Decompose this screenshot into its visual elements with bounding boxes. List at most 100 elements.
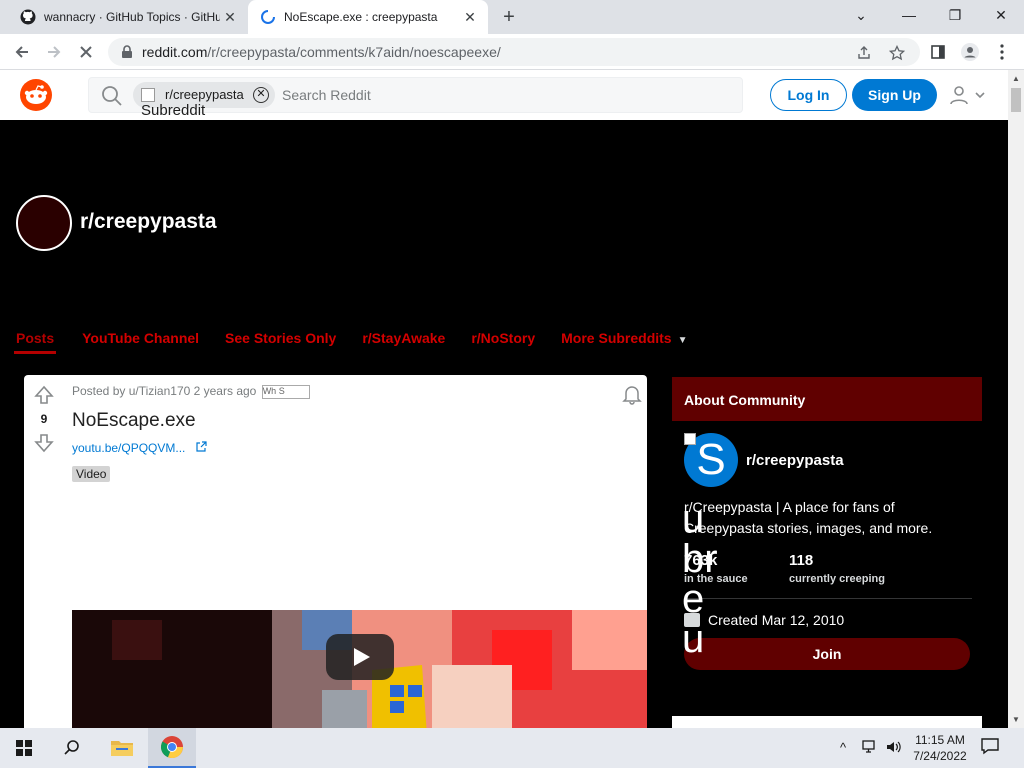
scroll-down-icon[interactable]: ▼	[1012, 715, 1020, 724]
side-panel-icon[interactable]	[924, 38, 952, 66]
lock-icon	[122, 45, 132, 58]
online-count: 118	[789, 552, 814, 569]
profile-avatar-icon[interactable]	[956, 38, 984, 66]
tab-noescape[interactable]: NoEscape.exe : creepypasta ✕	[248, 0, 488, 34]
start-button[interactable]	[0, 728, 48, 768]
post-title[interactable]: NoEscape.exe	[72, 410, 196, 432]
subreddit-page: r/creepypasta Posts YouTube Channel See …	[0, 120, 1008, 735]
created-text: Created Mar 12, 2010	[708, 612, 845, 628]
address-bar[interactable]: reddit.com/r/creepypasta/comments/k7aidn…	[108, 38, 920, 66]
clock-time: 11:15 AM	[915, 733, 965, 747]
award-image: Wh S	[261, 384, 310, 399]
nav-posts[interactable]: Posts	[14, 330, 57, 354]
stop-icon	[80, 46, 92, 58]
url-path: /r/creepypasta/comments/k7aidn/noescapee…	[207, 44, 501, 60]
post-card[interactable]: 9 Posted by u/Tizian170 2 years ago Wh S…	[24, 375, 647, 735]
members-count: 763k	[684, 552, 718, 569]
taskbar-clock[interactable]: 11:15 AM 7/24/2022	[906, 732, 974, 764]
signup-button[interactable]: Sign Up	[852, 79, 937, 111]
about-header: About Community	[672, 377, 982, 421]
community-description: r/Creepypasta | A place for fans of Cree…	[684, 499, 933, 536]
back-button[interactable]	[8, 38, 36, 66]
vote-score: 9	[40, 412, 48, 426]
minimize-button[interactable]: —	[886, 0, 932, 30]
downvote-icon[interactable]	[34, 433, 54, 453]
folder-icon	[111, 741, 133, 756]
login-button[interactable]: Log In	[770, 79, 847, 111]
chrome-icon	[160, 736, 184, 759]
restore-button[interactable]: ❐	[932, 0, 978, 30]
bell-icon[interactable]	[621, 383, 643, 405]
cake-icon	[684, 613, 700, 627]
next-sidebar-card	[672, 716, 982, 728]
notification-center-icon[interactable]	[980, 736, 1004, 760]
search-icon	[102, 86, 122, 106]
clock-date: 7/24/2022	[913, 749, 967, 763]
post-external-link[interactable]: youtu.be/QPQQVM...	[72, 441, 207, 455]
github-icon	[20, 9, 36, 25]
reddit-header: r/creepypasta ✕ Subreddit Search Reddit …	[0, 70, 1008, 120]
new-tab-button[interactable]: +	[498, 6, 520, 28]
windows-logo-icon	[16, 740, 32, 756]
tab-search-icon[interactable]: ⌄	[838, 0, 884, 30]
search-input[interactable]: Search Reddit	[282, 87, 371, 103]
forward-arrow-icon	[48, 46, 61, 58]
share-icon[interactable]	[855, 44, 873, 62]
chip-alt-text: Subreddit	[141, 102, 206, 119]
volume-icon[interactable]	[886, 740, 902, 757]
scroll-up-icon[interactable]: ▲	[1012, 74, 1020, 83]
search-icon	[64, 740, 79, 755]
post-flair[interactable]: Video	[72, 466, 111, 482]
back-arrow-icon	[15, 46, 28, 58]
stop-loading-button[interactable]	[72, 38, 100, 66]
kebab-menu-icon[interactable]	[988, 38, 1016, 66]
subreddit-nav: Posts YouTube Channel See Stories Only r…	[14, 330, 714, 354]
tab-title: wannacry · GitHub Topics · GitHub	[44, 10, 220, 24]
reddit-logo-icon[interactable]	[20, 79, 52, 111]
network-icon[interactable]	[862, 740, 878, 757]
subreddit-chip-image	[141, 88, 155, 102]
post-meta: Posted by u/Tizian170 2 years ago Wh S	[72, 384, 310, 399]
upvote-icon[interactable]	[34, 385, 54, 405]
user-menu-button[interactable]	[948, 83, 990, 107]
nav-youtube-channel[interactable]: YouTube Channel	[82, 330, 199, 354]
broken-image-icon	[684, 433, 696, 445]
tab-github[interactable]: wannacry · GitHub Topics · GitHub ✕	[8, 0, 248, 34]
post-link-text: youtu.be/QPQQVM...	[72, 441, 186, 455]
post-author-time: Posted by u/Tizian170 2 years ago	[72, 384, 257, 398]
play-button[interactable]	[326, 634, 394, 680]
nav-see-stories-only[interactable]: See Stories Only	[225, 330, 336, 354]
close-tab-icon[interactable]: ✕	[460, 7, 480, 27]
forward-button[interactable]	[40, 38, 68, 66]
bookmark-star-icon[interactable]	[888, 44, 906, 62]
tray-overflow-chevron-icon[interactable]: ^	[840, 740, 846, 755]
close-window-button[interactable]: ✕	[978, 0, 1024, 30]
members-stat: 763k in the sauce	[684, 552, 748, 585]
taskbar-chrome[interactable]	[148, 728, 196, 768]
external-link-icon	[196, 441, 207, 452]
online-stat: 118 currently creeping	[789, 552, 885, 585]
video-embed[interactable]	[72, 610, 647, 735]
taskbar-file-explorer[interactable]	[98, 728, 146, 768]
caret-down-icon: ▼	[677, 335, 688, 346]
subreddit-avatar	[16, 195, 72, 251]
nav-stayawake[interactable]: r/StayAwake	[362, 330, 445, 354]
nav-nostory[interactable]: r/NoStory	[471, 330, 535, 354]
browser-tab-strip: wannacry · GitHub Topics · GitHub ✕ NoEs…	[0, 0, 1024, 34]
join-button[interactable]: Join	[684, 638, 970, 670]
about-community-card: About Community S r/creepypasta r/Creepy…	[672, 377, 982, 677]
chevron-down-icon	[975, 92, 985, 99]
nav-more-subreddits[interactable]: More Subreddits ▼	[561, 330, 687, 354]
scrollbar-thumb[interactable]	[1011, 88, 1021, 112]
close-tab-icon[interactable]: ✕	[220, 7, 240, 27]
about-divider	[684, 598, 972, 599]
windows-taskbar: ^ 11:15 AM 7/24/2022	[0, 728, 1024, 768]
community-name[interactable]: r/creepypasta	[746, 452, 844, 469]
about-title: About Community	[684, 392, 806, 408]
page-scrollbar[interactable]: ▲ ▼	[1008, 70, 1024, 728]
taskbar-search-button[interactable]	[48, 728, 96, 768]
url-host: reddit.com	[142, 44, 208, 60]
search-bar[interactable]: r/creepypasta ✕ Subreddit Search Reddit	[88, 77, 743, 119]
remove-chip-icon[interactable]: ✕	[253, 87, 269, 103]
community-icon: S	[684, 433, 738, 487]
